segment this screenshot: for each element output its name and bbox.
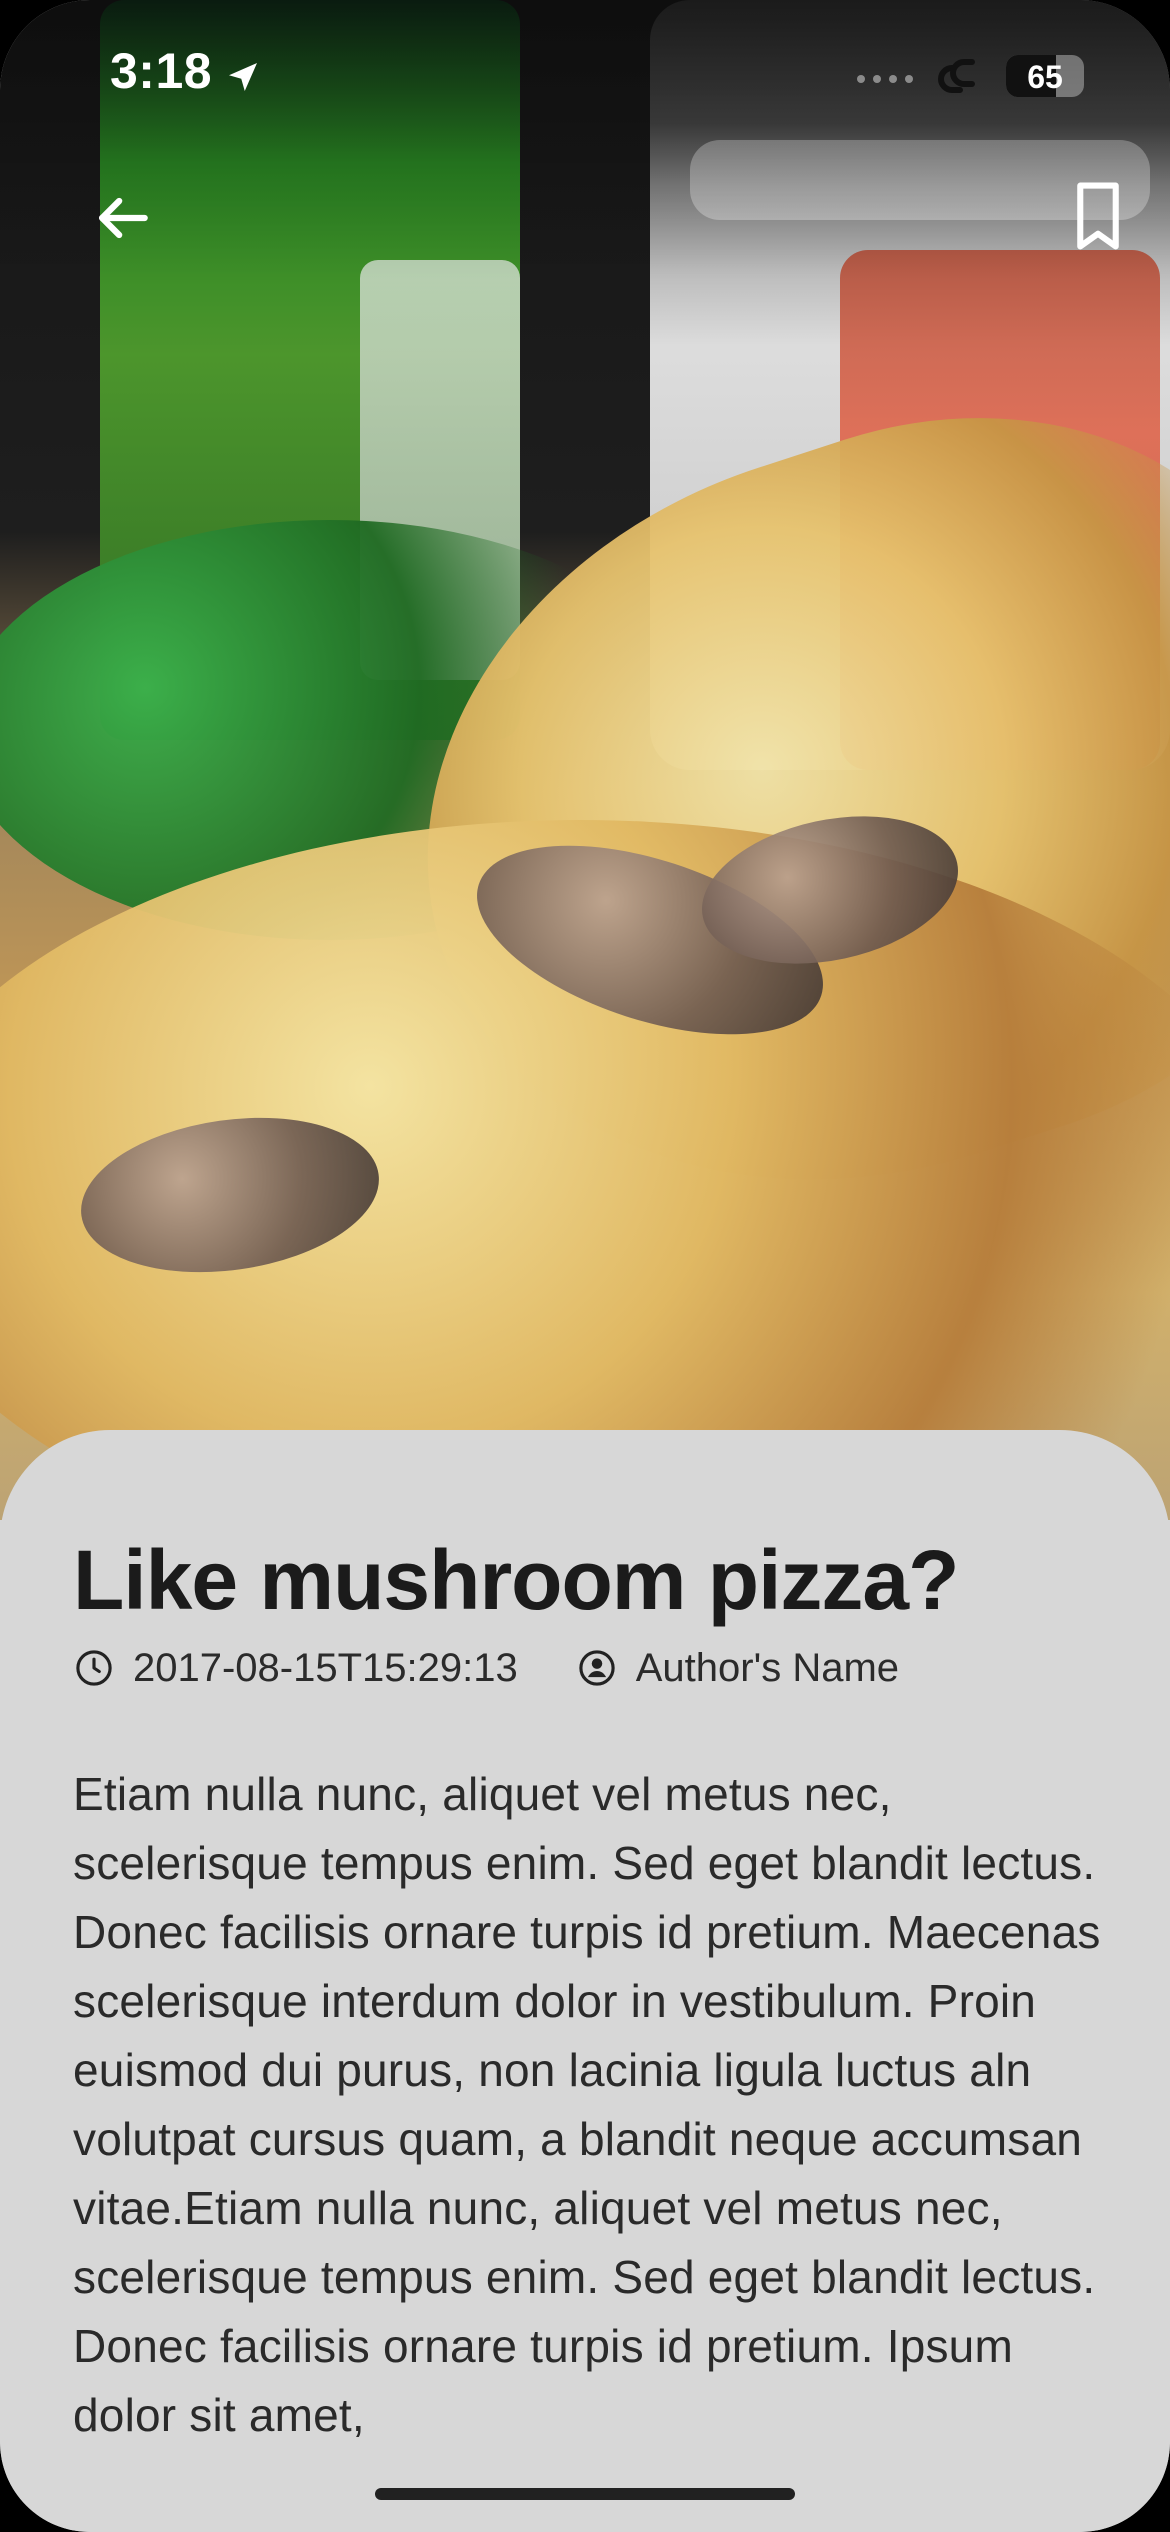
article-body: Etiam nulla nunc, aliquet vel metus nec,… <box>73 1768 1101 2441</box>
article-meta: 2017-08-15T15:29:13 Author's Name <box>73 1640 957 1696</box>
article-title: Like mushroom pizza? <box>73 1533 959 1627</box>
bookmark-icon <box>1077 182 1119 250</box>
article-content-sheet: Like mushroom pizza? 2017-08-15T15:29:13… <box>0 1430 1170 2532</box>
battery-level: 65 <box>1027 59 1063 95</box>
article-timestamp-row: 2017-08-15T15:29:13 <box>73 1646 518 1691</box>
signal-dots-icon <box>857 75 913 83</box>
home-indicator <box>375 2488 795 2500</box>
location-arrow-icon <box>229 63 257 91</box>
battery-icon: 65 <box>1006 55 1084 97</box>
link-icon <box>937 59 975 93</box>
clock-icon <box>76 1650 112 1686</box>
article-timestamp: 2017-08-15T15:29:13 <box>133 1645 518 1690</box>
arrow-left-icon <box>99 197 148 239</box>
status-bar: 3:18 65 <box>0 0 1170 140</box>
user-circle-icon <box>579 1650 615 1686</box>
article-author-row: Author's Name <box>576 1646 899 1691</box>
article-screen: 3:18 65 Like mushroom pizza? 2017-08-15T… <box>0 0 1170 2532</box>
status-time: 3:18 <box>110 43 213 99</box>
back-button[interactable] <box>82 178 162 258</box>
bookmark-button[interactable] <box>1058 176 1138 256</box>
hero-image <box>0 0 1170 1520</box>
article-author: Author's Name <box>635 1645 900 1690</box>
